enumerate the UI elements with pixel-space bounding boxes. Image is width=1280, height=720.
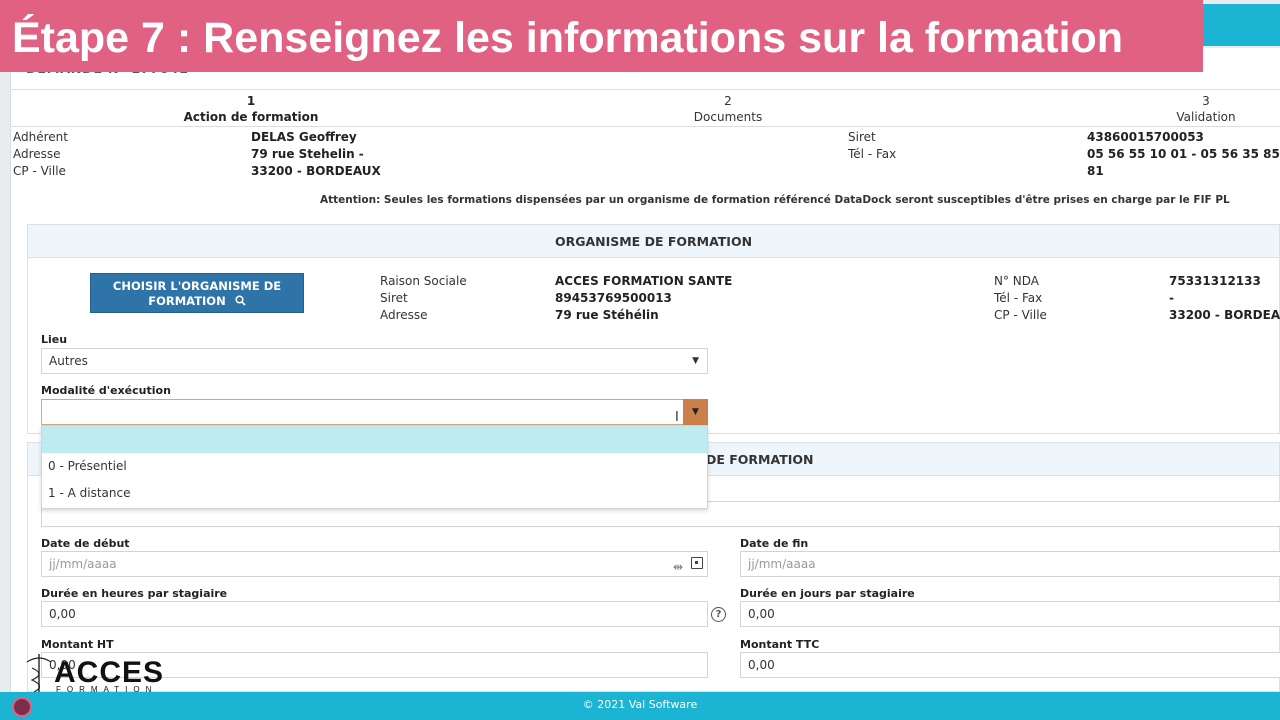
tel-fax-value: 05 56 55 10 01 - 05 56 35 85 81	[1087, 147, 1280, 178]
dropdown-option[interactable]	[42, 426, 707, 453]
adherent-labels: Adhérent Adresse CP - Ville	[13, 129, 68, 180]
step-number: 1	[246, 94, 256, 108]
lieu-select[interactable]: Autres ▼	[41, 348, 708, 374]
adherent-label: Adhérent	[13, 130, 68, 144]
calendar-icon[interactable]	[691, 557, 703, 569]
header-bar-accent	[1195, 4, 1280, 46]
duree-heures-input[interactable]: 0,00	[41, 601, 708, 627]
lieu-label: Lieu	[41, 333, 68, 346]
step-number: 3	[1202, 94, 1210, 108]
step-label: Validation	[1176, 110, 1236, 124]
footer-bar: © 2021 Val Software	[0, 692, 1280, 720]
duree-heures-value: 0,00	[49, 607, 76, 621]
org-cp-value: 33200 - BORDEAUX	[1169, 308, 1280, 322]
step-label: Action de formation	[183, 110, 319, 124]
organisme-labels: Raison Sociale Siret Adresse	[380, 273, 467, 324]
adresse-value: 79 rue Stehelin -	[251, 147, 364, 161]
date-debut-label: Date de début	[41, 537, 130, 550]
montant-ttc-value: 0,00	[748, 658, 775, 672]
duree-jours-input[interactable]: 0,00	[740, 601, 1280, 627]
modalite-select[interactable]: ▼	[41, 399, 708, 425]
montant-ttc-label: Montant TTC	[740, 638, 820, 651]
org-siret-value: 89453769500013	[555, 291, 672, 305]
step-2[interactable]: 2 Documents	[628, 93, 828, 125]
date-fin-label: Date de fin	[740, 537, 809, 550]
date-debut-input[interactable]: jj/mm/aaaa ⇹	[41, 551, 708, 577]
choose-organisme-button[interactable]: CHOISIR L'ORGANISME DE FORMATION	[90, 273, 304, 313]
date-fin-placeholder: jj/mm/aaaa	[748, 557, 816, 571]
dropdown-option[interactable]: 1 - A distance	[42, 480, 707, 507]
caret-down-icon: ▼	[692, 356, 699, 366]
raison-sociale-value: ACCES FORMATION SANTE	[555, 274, 733, 288]
tel-fax-label: Tél - Fax	[848, 147, 897, 161]
modalite-dropdown-list: 0 - Présentiel 1 - A distance	[41, 425, 708, 509]
adherent-value: DELAS Geoffrey	[251, 130, 357, 144]
caret-down-icon[interactable]: ▼	[683, 399, 708, 425]
adherent-labels-right: Siret Tél - Fax	[848, 129, 896, 163]
choose-button-line1: CHOISIR L'ORGANISME DE	[112, 279, 282, 293]
modalite-label: Modalité d'exécution	[41, 384, 171, 397]
organisme-panel-title: ORGANISME DE FORMATION	[28, 225, 1279, 258]
text-cursor-icon: I	[675, 410, 679, 425]
panel-title-partial: DE FORMATION	[706, 452, 814, 467]
choose-button-line2: FORMATION	[148, 294, 226, 308]
adherent-values-right: 43860015700053 05 56 55 10 01 - 05 56 35…	[1087, 129, 1280, 180]
clear-date-icon[interactable]: ⇹	[673, 555, 683, 579]
help-icon[interactable]: ?	[711, 607, 726, 622]
date-fin-input[interactable]: jj/mm/aaaa	[740, 551, 1280, 577]
step-3[interactable]: 3 Validation	[1106, 93, 1280, 125]
val-software-logo-icon	[12, 697, 32, 717]
acces-formation-logo: ACCES FORMATION	[22, 650, 172, 698]
org-tel-label: Tél - Fax	[994, 291, 1043, 305]
search-icon	[230, 294, 246, 308]
siret-value: 43860015700053	[1087, 130, 1204, 144]
step-label: Documents	[693, 110, 763, 124]
nda-value: 75331312133	[1169, 274, 1261, 288]
duree-jours-value: 0,00	[748, 607, 775, 621]
wizard-steps: 1 Action de formation 2 Documents 3 Vali…	[10, 89, 1280, 127]
dropdown-option[interactable]: 0 - Présentiel	[42, 453, 707, 480]
montant-ttc-input[interactable]: 0,00	[740, 652, 1280, 678]
copyright-text: © 2021 Val Software	[582, 698, 698, 711]
date-debut-placeholder: jj/mm/aaaa	[49, 557, 117, 571]
org-tel-value: -	[1169, 291, 1174, 305]
cp-ville-value: 33200 - BORDEAUX	[251, 164, 381, 178]
org-siret-label: Siret	[380, 291, 408, 305]
raison-sociale-label: Raison Sociale	[380, 274, 467, 288]
adresse-label: Adresse	[13, 147, 61, 161]
datadock-notice: Attention: Seules les formations dispens…	[320, 194, 1230, 206]
org-cp-label: CP - Ville	[994, 308, 1047, 322]
nda-label: N° NDA	[994, 274, 1040, 288]
adherent-values: DELAS Geoffrey 79 rue Stehelin - 33200 -…	[251, 129, 381, 180]
lieu-value: Autres	[49, 354, 88, 368]
step-1[interactable]: 1 Action de formation	[151, 93, 351, 125]
org-adresse-value: 79 rue Stéhélin	[555, 308, 659, 322]
organisme-values-right: 75331312133 - 33200 - BORDEAUX	[1169, 273, 1280, 324]
organisme-labels-right: N° NDA Tél - Fax CP - Ville	[994, 273, 1047, 324]
caduceus-icon	[26, 654, 52, 696]
tutorial-step-banner: Étape 7 : Renseignez les informations su…	[0, 0, 1203, 72]
step-number: 2	[724, 94, 732, 108]
org-adresse-label: Adresse	[380, 308, 428, 322]
siret-label: Siret	[848, 130, 876, 144]
organisme-values: ACCES FORMATION SANTE 89453769500013 79 …	[555, 273, 732, 324]
cp-ville-label: CP - Ville	[13, 164, 66, 178]
duree-heures-label: Durée en heures par stagiaire	[41, 587, 228, 600]
duree-jours-label: Durée en jours par stagiaire	[740, 587, 915, 600]
